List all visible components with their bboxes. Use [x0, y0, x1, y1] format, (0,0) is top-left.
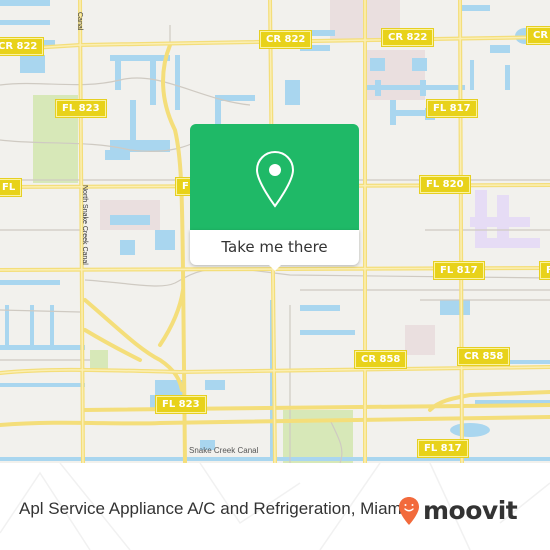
- road-shield: FL 823: [156, 396, 206, 413]
- industrial-area: [365, 50, 425, 100]
- park-area: [90, 350, 108, 370]
- road-shield: CR 822: [382, 29, 434, 46]
- road-shield: FL 823: [56, 100, 106, 117]
- take-me-there-button[interactable]: Take me there: [190, 232, 359, 262]
- road-shield: CR 858: [458, 348, 510, 365]
- location-popup[interactable]: Take me there: [190, 124, 359, 271]
- map-pin-icon: [255, 150, 295, 208]
- moovit-wordmark: moovit: [423, 496, 518, 525]
- canal-label: Canal: [76, 12, 83, 31]
- map-view[interactable]: CR 822 CR 822 CR 822 CR 822 FL 823 FL 81…: [0, 0, 550, 463]
- industrial-area: [405, 325, 435, 355]
- road-shield: CR 822: [0, 38, 44, 55]
- road-shield: CR 822: [260, 31, 312, 48]
- road-shield: FL: [0, 179, 22, 196]
- canal-label: Snake Creek Canal: [189, 446, 259, 455]
- airfield-area: [470, 190, 540, 248]
- road-shield: FL 820: [420, 176, 470, 193]
- moovit-pin-logo-icon: [399, 497, 419, 525]
- road-shield: FL 817: [434, 262, 484, 279]
- road-shield: FL 8: [540, 262, 550, 279]
- canal-label: North Snake Creek Canal: [81, 185, 88, 265]
- place-title: Apl Service Appliance A/C and Refrigerat…: [19, 499, 406, 518]
- road-shield: CR 822: [527, 27, 550, 44]
- road-shield: CR 858: [355, 351, 407, 368]
- moovit-logo[interactable]: moovit: [398, 496, 518, 526]
- park-area: [283, 410, 353, 463]
- road-shield: FL 817: [418, 440, 468, 457]
- popup-pointer: [267, 263, 283, 271]
- road-shield: FL 817: [427, 100, 477, 117]
